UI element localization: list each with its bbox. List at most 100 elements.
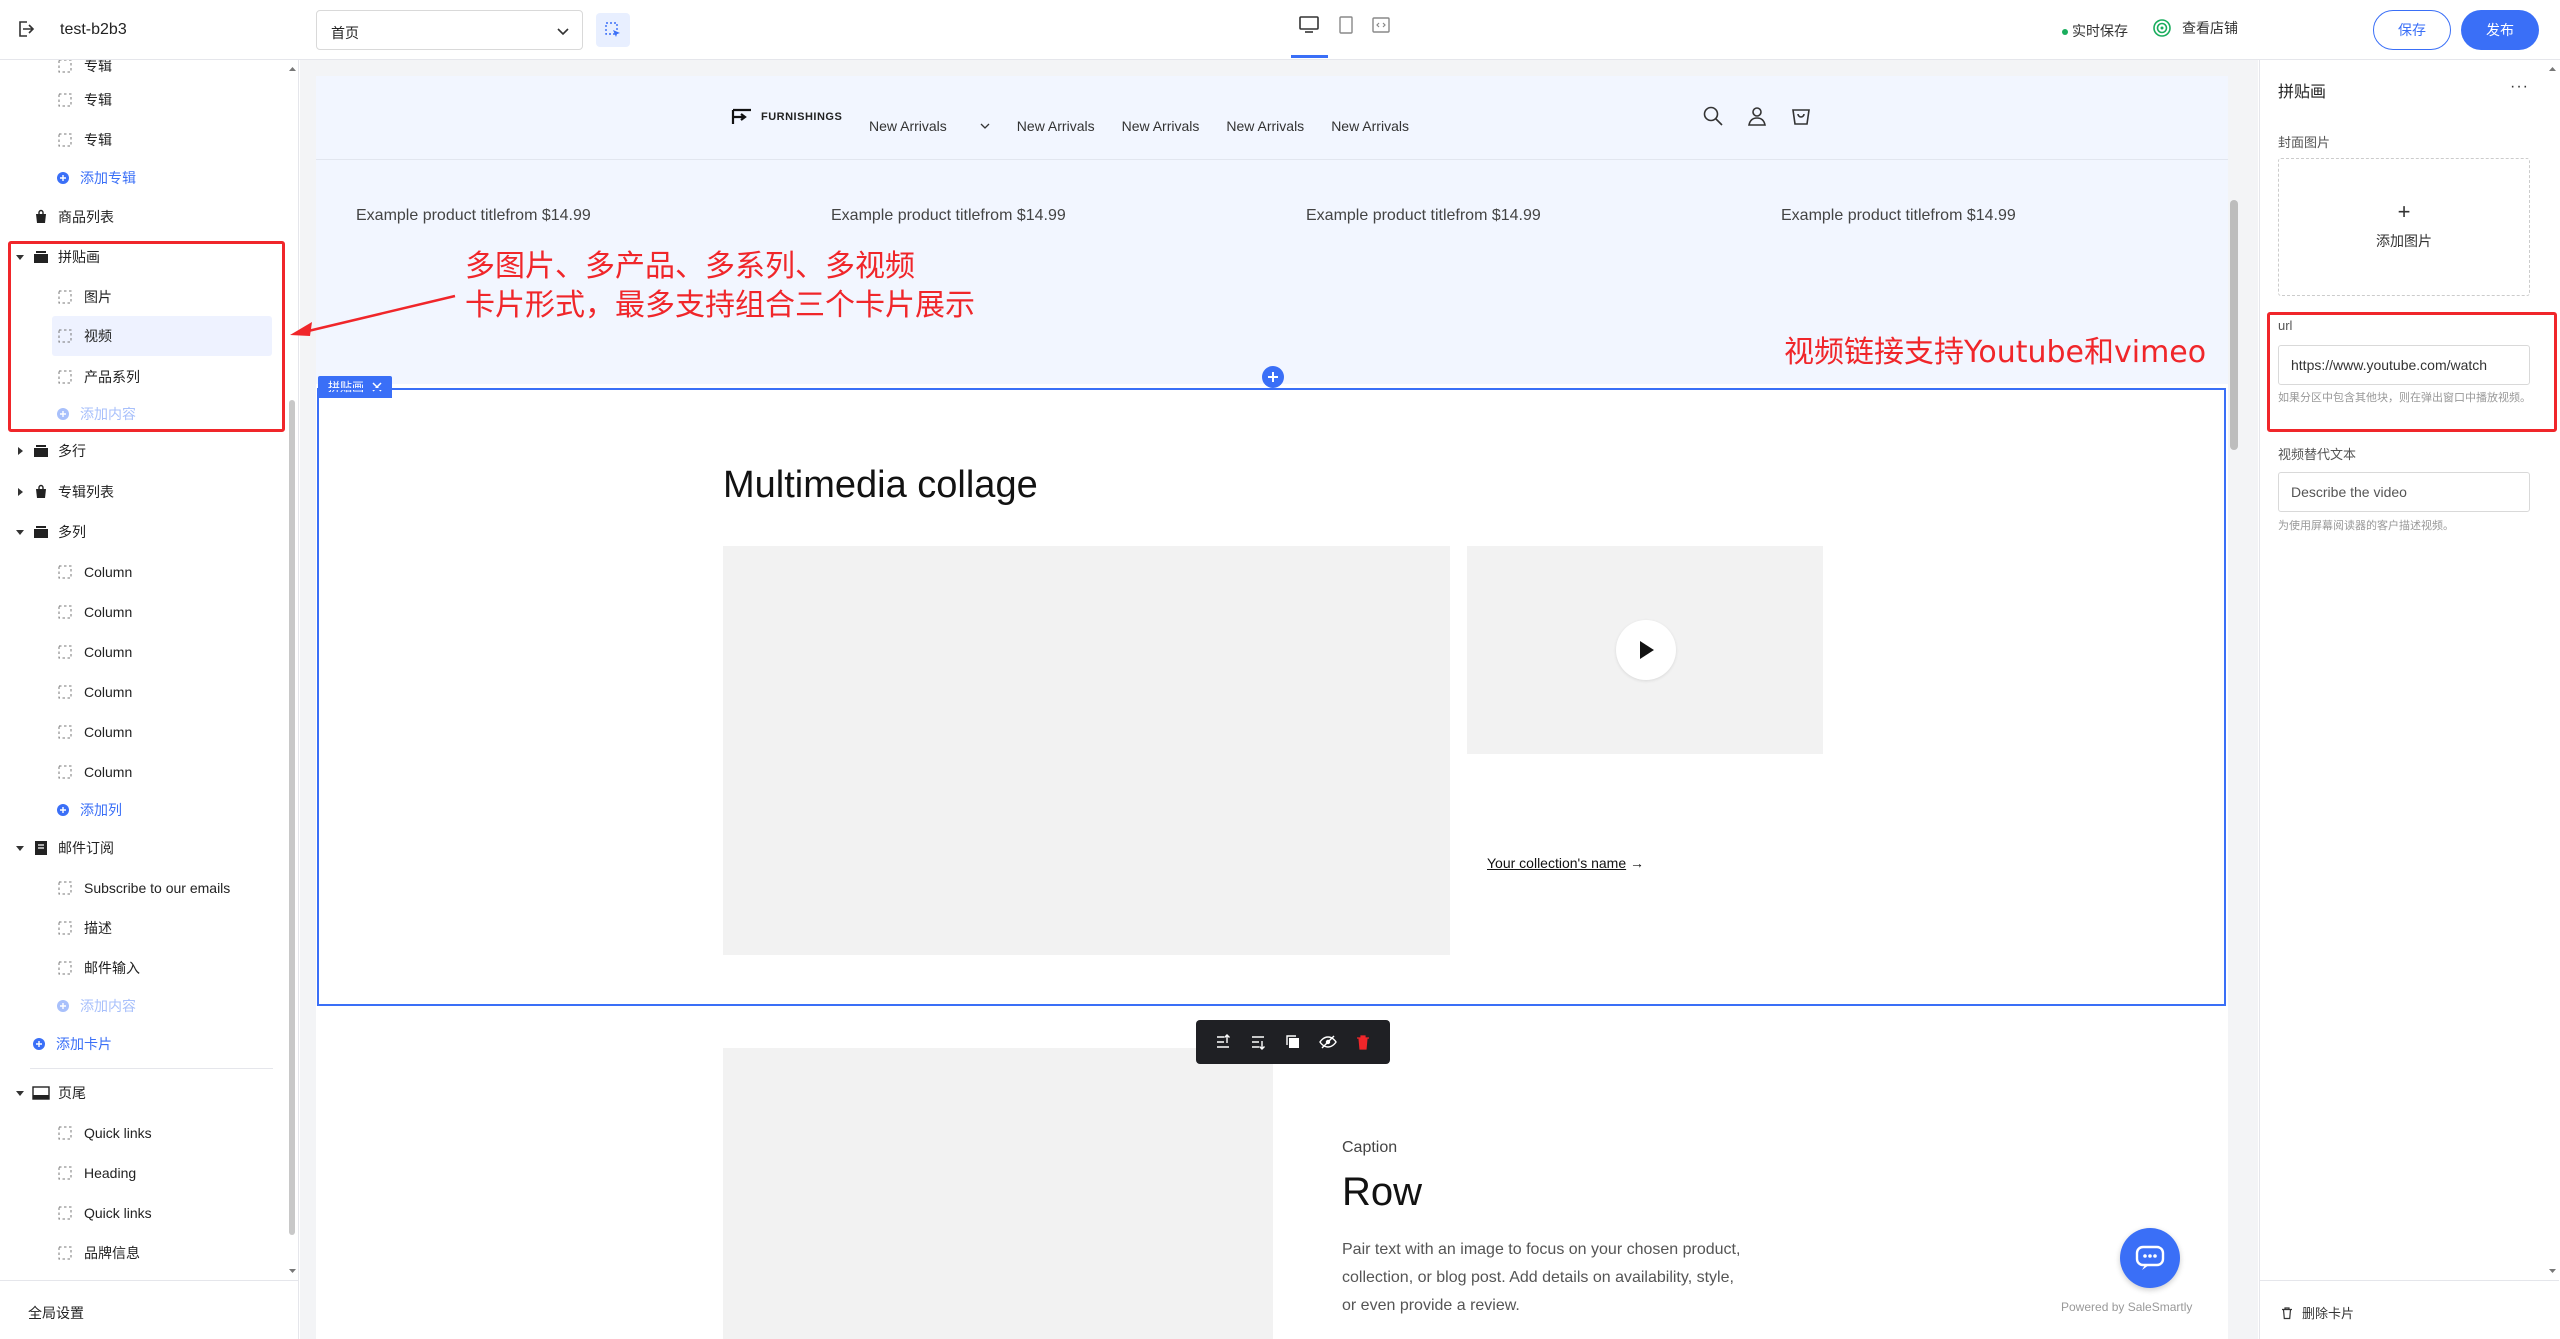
tree-section-multicolumn[interactable]: 多列 [14, 518, 86, 546]
divider [30, 1068, 273, 1069]
duplicate-icon[interactable] [1284, 1033, 1302, 1051]
add-card-label: 添加卡片 [56, 1036, 112, 1052]
code-view-button[interactable] [1368, 12, 1394, 38]
nav-item[interactable]: New Arrivals [1017, 118, 1095, 134]
caret-down-icon[interactable] [14, 843, 26, 853]
tree-item-label: Quick links [84, 1205, 152, 1221]
caret-right-icon[interactable] [14, 487, 26, 497]
search-icon[interactable] [1702, 105, 1724, 127]
collection-link[interactable]: Your collection's name → [1487, 855, 1644, 871]
row-text: Pair text with an image to focus on your… [1342, 1241, 1741, 1314]
alt-text-label: 视频替代文本 [2278, 447, 2357, 462]
add-album-button[interactable]: 添加专辑 [54, 164, 136, 192]
hide-icon[interactable] [1318, 1033, 1337, 1051]
product-title[interactable]: Example product titlefrom $14.99 [831, 207, 1066, 225]
tree-section-footer[interactable]: 页尾 [14, 1079, 86, 1107]
nav-item[interactable]: New Arrivals [869, 118, 990, 134]
tree-item-column[interactable]: Column [56, 718, 132, 746]
tree-section-multirow[interactable]: 多行 [14, 437, 86, 465]
exit-icon[interactable] [14, 18, 36, 40]
tree-item-label: Column [84, 644, 133, 660]
collage-video-placeholder[interactable] [1467, 546, 1823, 754]
tree-item-column[interactable]: Column [56, 598, 132, 626]
tree-item-column[interactable]: Column [56, 678, 132, 706]
tree-item-heading[interactable]: Heading [56, 1159, 136, 1187]
tree-section-newsletter[interactable]: 邮件订阅 [14, 834, 114, 862]
tree-section-album-list[interactable]: 专辑列表 [14, 478, 114, 506]
tree-section-label: 邮件订阅 [58, 840, 114, 856]
delete-card-button[interactable]: 删除卡片 [2260, 1280, 2559, 1339]
tree-section-product-list[interactable]: 商品列表 [32, 203, 114, 231]
block-icon [56, 1125, 74, 1141]
add-content-button[interactable]: 添加内容 [54, 992, 136, 1020]
add-circle-icon [54, 802, 72, 818]
publish-button[interactable]: 发布 [2461, 10, 2539, 50]
tree-item-label: Column [84, 764, 133, 780]
add-card-button[interactable]: 添加卡片 [30, 1030, 112, 1058]
view-store-label: 查看店铺 [2182, 20, 2238, 36]
product-title[interactable]: Example product titlefrom $14.99 [1306, 207, 1541, 225]
page-select-value: 首页 [331, 25, 359, 41]
move-up-icon[interactable] [1214, 1033, 1232, 1051]
product-title[interactable]: Example product titlefrom $14.99 [356, 207, 591, 225]
autosave-status: 实时保存 [2062, 21, 2128, 41]
tablet-icon [1339, 16, 1353, 34]
nav-item[interactable]: New Arrivals [1226, 118, 1304, 134]
header-icons [1702, 105, 1812, 127]
product-title[interactable]: Example product titlefrom $14.99 [1781, 207, 2016, 225]
tree-item-brand-info[interactable]: 品牌信息 [56, 1239, 140, 1267]
collage-image-placeholder [723, 546, 1450, 955]
account-icon[interactable] [1746, 105, 1768, 127]
view-store-link[interactable]: 查看店铺 [2152, 18, 2238, 38]
tree-item-quick-links[interactable]: Quick links [56, 1119, 152, 1147]
caret-right-icon[interactable] [14, 446, 26, 456]
powered-by: Powered by SaleSmartly [2061, 1300, 2193, 1314]
row-heading: Row [1342, 1170, 1423, 1214]
tree-item-album[interactable]: 专辑 [56, 60, 112, 80]
block-icon [56, 644, 74, 660]
tree-item-email-input[interactable]: 邮件输入 [56, 954, 140, 982]
caret-down-icon[interactable] [14, 1088, 26, 1098]
store-logo[interactable]: FURNISHINGS [729, 106, 842, 128]
global-settings-label: 全局设置 [28, 1305, 84, 1321]
global-settings-button[interactable]: 全局设置 [0, 1280, 299, 1339]
block-icon [56, 764, 74, 780]
chat-widget-button[interactable] [2120, 1228, 2180, 1288]
more-options-icon[interactable]: ··· [2510, 78, 2529, 96]
tree-item-quick-links[interactable]: Quick links [56, 1199, 152, 1227]
tree-item-label: Column [84, 604, 133, 620]
tree-item-column[interactable]: Column [56, 638, 132, 666]
page-select[interactable]: 首页 [316, 10, 583, 50]
select-element-button[interactable] [596, 13, 630, 47]
tablet-view-button[interactable] [1333, 12, 1359, 38]
left-scrollbar-thumb[interactable] [289, 400, 295, 1235]
cover-image-upload[interactable]: + 添加图片 [2278, 158, 2530, 296]
alt-text-input[interactable]: Describe the video [2278, 472, 2530, 512]
tree-item-album[interactable]: 专辑 [56, 126, 112, 154]
move-down-icon[interactable] [1249, 1033, 1267, 1051]
desktop-view-button[interactable] [1296, 12, 1322, 38]
tree-item-column[interactable]: Column [56, 758, 132, 786]
tree-item-heading[interactable]: Subscribe to our emails [56, 874, 230, 902]
delete-icon[interactable] [1354, 1033, 1372, 1051]
add-column-button[interactable]: 添加列 [54, 796, 122, 824]
tree-item-description[interactable]: 描述 [56, 914, 112, 942]
caret-down-icon[interactable] [14, 527, 26, 537]
section-icon [32, 443, 50, 459]
save-button[interactable]: 保存 [2373, 10, 2451, 50]
play-icon [1640, 641, 1654, 659]
desktop-icon [1299, 16, 1319, 33]
nav-item[interactable]: New Arrivals [1122, 118, 1200, 134]
tree-item-column[interactable]: Column [56, 558, 132, 586]
right-scrollbar[interactable] [2546, 60, 2559, 1280]
delete-card-label: 删除卡片 [2302, 1306, 2355, 1321]
block-icon [56, 132, 74, 148]
select-element-icon [605, 22, 620, 37]
cart-icon[interactable] [1790, 105, 1812, 127]
row-caption: Caption [1342, 1139, 1398, 1156]
nav-item[interactable]: New Arrivals [1331, 118, 1409, 134]
play-button[interactable] [1616, 620, 1676, 680]
tree-item-album[interactable]: 专辑 [56, 86, 112, 114]
add-section-button[interactable] [1262, 366, 1284, 388]
canvas-scrollbar-thumb[interactable] [2230, 200, 2238, 450]
